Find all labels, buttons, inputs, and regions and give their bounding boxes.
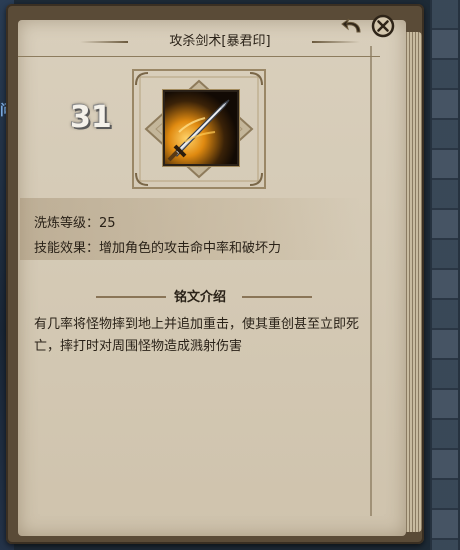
title-ornament-right — [312, 41, 360, 43]
sword-slash-icon — [165, 92, 237, 164]
close-icon — [371, 14, 395, 38]
skill-icon-slot[interactable] — [163, 90, 239, 166]
section-ornament-left — [96, 296, 166, 298]
section-ornament-right — [242, 296, 312, 298]
close-button[interactable] — [370, 13, 396, 39]
page-divider-line — [370, 46, 372, 516]
title-underline — [18, 56, 380, 57]
skill-level-number: 31 — [70, 100, 112, 135]
back-button[interactable] — [340, 14, 366, 40]
window-title-bar: 攻杀剑术[暴君印] — [80, 30, 360, 54]
inscription-description: 有几率将怪物摔到地上并追加重击，使其重创甚至立即死亡，摔打时对周围怪物造成溅射伤… — [34, 317, 360, 354]
section-title: 铭文介绍 — [173, 290, 226, 305]
window-title: 攻杀剑术[暴君印] — [169, 34, 271, 49]
back-arrow-icon — [341, 18, 361, 33]
title-ornament-left — [80, 41, 128, 43]
refine-level-text: 洗炼等级：25 — [34, 216, 116, 231]
skill-effect-text: 技能效果：增加角色的攻击命中率和破坏力 — [34, 241, 282, 256]
background-stone-edge — [432, 0, 458, 550]
